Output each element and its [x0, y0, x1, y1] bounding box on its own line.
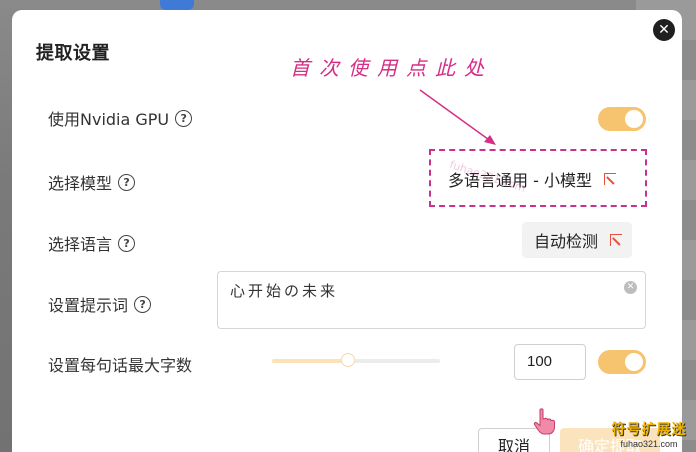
annotation-arrow-icon: [419, 89, 496, 145]
toggle-knob: [625, 110, 643, 128]
prompt-row-label: 设置提示词 ?: [48, 292, 152, 316]
max-chars-toggle[interactable]: [598, 350, 646, 374]
brand-watermark-domain: fuhao321.com: [620, 439, 678, 449]
slider-fill: [272, 359, 348, 363]
help-icon[interactable]: ?: [118, 234, 136, 252]
gpu-label: 使用Nvidia GPU: [48, 110, 170, 129]
brand-watermark-name: 符号扩展迷: [611, 422, 687, 438]
clear-icon[interactable]: ✕: [624, 281, 637, 294]
gpu-row-label: 使用Nvidia GPU ?: [48, 106, 193, 130]
max-chars-label: 设置每句话最大字数: [48, 356, 193, 375]
hand-pointer-icon: [533, 408, 555, 435]
toggle-knob: [625, 353, 643, 371]
prompt-value: 心开始の未来: [230, 282, 339, 300]
dialog-title: 提取设置: [36, 43, 110, 64]
language-row-label: 选择语言 ?: [48, 231, 136, 255]
model-row-label: 选择模型 ?: [48, 170, 136, 194]
prompt-label: 设置提示词: [48, 296, 129, 315]
help-icon[interactable]: ?: [134, 295, 152, 313]
extract-settings-dialog: 提取设置 ✕ 使用Nvidia GPU ? 首次使用点此处 选择模型 ? 多语言…: [12, 10, 686, 452]
language-value: 自动检测: [534, 232, 599, 251]
max-chars-input[interactable]: 100: [514, 344, 586, 380]
language-label: 选择语言: [48, 235, 113, 254]
pick-arrow-icon: [610, 234, 623, 246]
close-button[interactable]: ✕: [653, 19, 675, 41]
model-label: 选择模型: [48, 174, 113, 193]
help-icon[interactable]: ?: [118, 173, 136, 191]
prompt-textarea[interactable]: 心开始の未来 ✕: [217, 271, 646, 329]
gpu-toggle[interactable]: [598, 107, 646, 131]
max-chars-slider[interactable]: [272, 353, 440, 367]
background-app-icon: [160, 0, 194, 10]
max-chars-row-label: 设置每句话最大字数: [48, 352, 192, 376]
brand-watermark-logo: 符号扩展迷 fuhao321.com: [603, 422, 695, 452]
slider-thumb[interactable]: [340, 353, 355, 367]
help-icon[interactable]: ?: [175, 109, 193, 127]
language-select-button[interactable]: 自动检测: [522, 222, 633, 258]
annotation-text: 首次使用点此处: [290, 56, 493, 80]
pick-arrow-icon: [603, 173, 616, 185]
